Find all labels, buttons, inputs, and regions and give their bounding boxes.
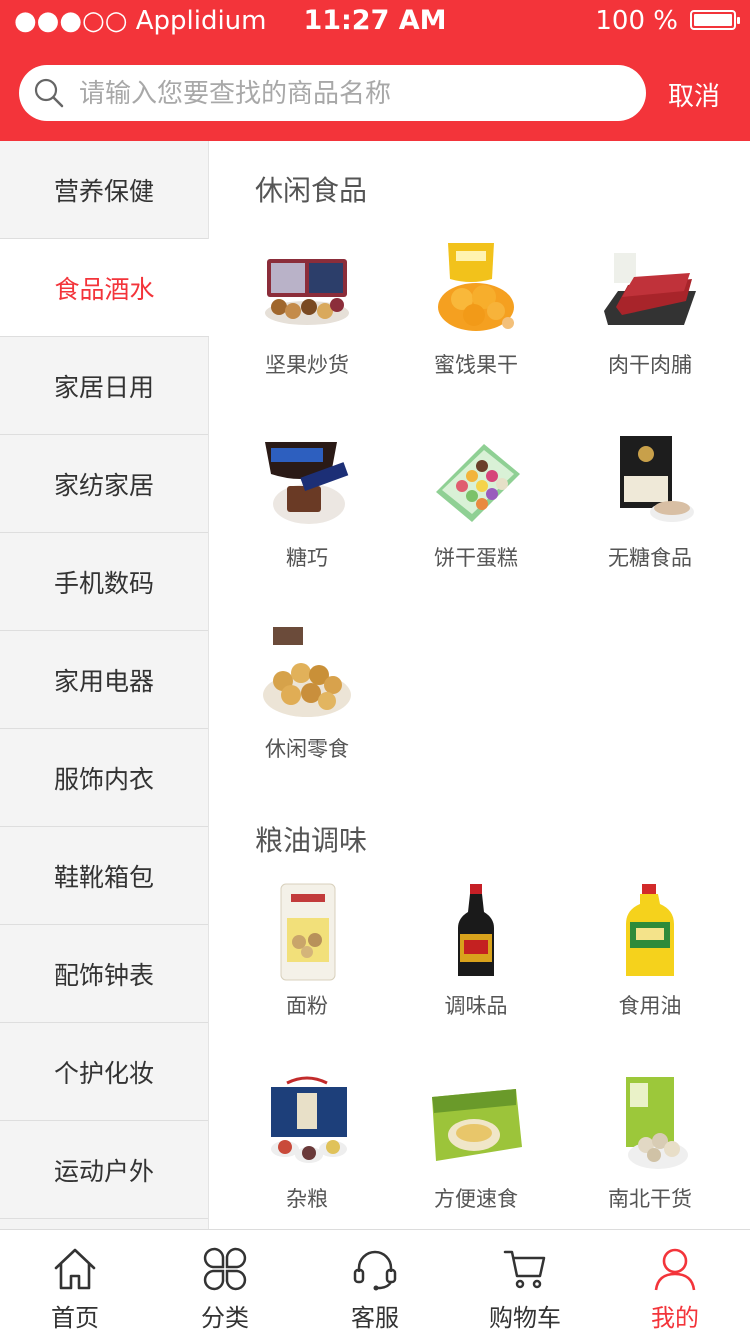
sidebar-item-home-textiles[interactable]: 家纺家居 xyxy=(0,435,208,533)
product-tile[interactable]: 饼干蛋糕 xyxy=(401,434,551,572)
tab-cart[interactable]: 购物车 xyxy=(450,1230,600,1335)
bottom-tab-bar: 首页 分类 客服 购物车 我的 xyxy=(0,1229,750,1335)
cancel-button[interactable]: 取消 xyxy=(668,76,744,113)
tab-label: 首页 xyxy=(51,1304,99,1332)
product-label: 南北干货 xyxy=(608,1187,692,1211)
beef-jerky-image xyxy=(600,241,700,341)
rice-cracker-image xyxy=(257,625,357,725)
cart-icon xyxy=(503,1250,546,1289)
dried-mango-image xyxy=(426,241,526,341)
sidebar-item-nutrition[interactable]: 营养保健 xyxy=(0,141,208,239)
product-tile[interactable]: 调味品 xyxy=(401,882,551,1020)
tab-me[interactable]: 我的 xyxy=(600,1230,750,1335)
product-tile[interactable]: 杂粮 xyxy=(232,1075,382,1213)
product-tile[interactable]: 方便速食 xyxy=(401,1075,551,1213)
product-tile[interactable]: 坚果炒货 xyxy=(232,241,382,379)
tab-label: 客服 xyxy=(351,1304,399,1332)
product-label: 杂粮 xyxy=(286,1187,328,1211)
header-bar: ●●●○○ Applidium 11:27 AM 100 % 取消 xyxy=(0,0,750,141)
battery-icon xyxy=(690,10,740,30)
battery-percent: 100 % xyxy=(595,6,678,36)
sidebar-item-accessories-watches[interactable]: 配饰钟表 xyxy=(0,925,208,1023)
headset-icon xyxy=(353,1250,397,1291)
product-tile[interactable]: 面粉 xyxy=(232,882,382,1020)
category-icon xyxy=(203,1247,247,1291)
sidebar-item-apparel[interactable]: 服饰内衣 xyxy=(0,729,208,827)
macaron-box-image xyxy=(426,434,526,534)
instant-noodles-image xyxy=(426,1075,526,1175)
product-label: 饼干蛋糕 xyxy=(434,546,518,570)
category-content: 休闲食品 坚果炒货 蜜饯果干 肉干肉脯 糖巧 饼干蛋糕 无糖食品 休闲零食 粮油… xyxy=(209,141,750,1229)
chocolate-bar-image xyxy=(257,434,357,534)
sidebar-item-appliances[interactable]: 家用电器 xyxy=(0,631,208,729)
product-label: 休闲零食 xyxy=(265,737,349,761)
sidebar-item-sports-outdoor[interactable]: 运动户外 xyxy=(0,1121,208,1219)
category-sidebar: 营养保健 食品酒水 家居日用 家纺家居 手机数码 家用电器 服饰内衣 鞋靴箱包 … xyxy=(0,141,209,1229)
product-label: 糖巧 xyxy=(286,546,328,570)
tab-category[interactable]: 分类 xyxy=(150,1230,300,1335)
sidebar-item-personal-care[interactable]: 个护化妆 xyxy=(0,1023,208,1121)
search-icon xyxy=(34,78,64,108)
flour-bag-image xyxy=(257,882,357,982)
product-label: 方便速食 xyxy=(434,1187,518,1211)
home-icon xyxy=(54,1248,96,1290)
product-label: 食用油 xyxy=(618,994,682,1018)
section-title-grain-oil: 粮油调味 xyxy=(255,824,368,857)
product-label: 肉干肉脯 xyxy=(608,353,692,377)
product-tile[interactable]: 蜜饯果干 xyxy=(401,241,551,379)
tab-service[interactable]: 客服 xyxy=(300,1230,450,1335)
dried-mushroom-image xyxy=(600,1075,700,1175)
sidebar-item-food-drinks[interactable]: 食品酒水 xyxy=(0,239,209,337)
product-tile[interactable]: 糖巧 xyxy=(232,434,382,572)
product-label: 无糖食品 xyxy=(608,546,692,570)
soy-sauce-bottle-image xyxy=(426,882,526,982)
sidebar-item-shoes-bags[interactable]: 鞋靴箱包 xyxy=(0,827,208,925)
search-input[interactable] xyxy=(77,71,621,117)
product-label: 调味品 xyxy=(444,994,508,1018)
tab-label: 我的 xyxy=(651,1304,699,1332)
product-tile[interactable]: 无糖食品 xyxy=(575,434,725,572)
product-tile[interactable]: 休闲零食 xyxy=(232,625,382,763)
product-tile[interactable]: 食用油 xyxy=(575,882,725,1020)
nuts-gift-box-image xyxy=(257,241,357,341)
grain-gift-box-image xyxy=(257,1075,357,1175)
search-box[interactable] xyxy=(19,65,646,121)
tab-label: 购物车 xyxy=(489,1304,561,1332)
status-bar: ●●●○○ Applidium 11:27 AM 100 % xyxy=(0,0,750,40)
product-tile[interactable]: 肉干肉脯 xyxy=(575,241,725,379)
product-label: 面粉 xyxy=(286,994,328,1018)
sidebar-item-phones-digital[interactable]: 手机数码 xyxy=(0,533,208,631)
product-label: 坚果炒货 xyxy=(265,353,349,377)
section-title-snacks: 休闲食品 xyxy=(255,174,368,207)
cooking-oil-bottle-image xyxy=(600,882,700,982)
sidebar-item-household[interactable]: 家居日用 xyxy=(0,337,208,435)
product-label: 蜜饯果干 xyxy=(434,353,518,377)
tab-label: 分类 xyxy=(201,1304,249,1332)
tab-home[interactable]: 首页 xyxy=(0,1230,150,1335)
oat-box-image xyxy=(600,434,700,534)
user-icon xyxy=(654,1248,696,1291)
product-tile[interactable]: 南北干货 xyxy=(575,1075,725,1213)
